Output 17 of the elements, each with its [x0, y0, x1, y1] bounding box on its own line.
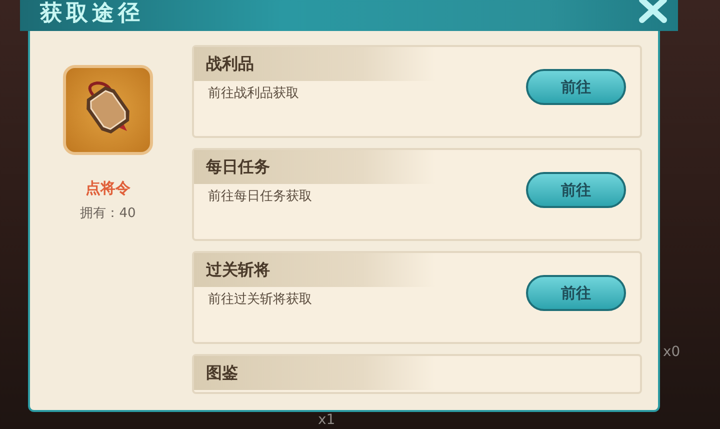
- source-title: 图鉴: [206, 362, 238, 384]
- close-icon: [638, 0, 668, 23]
- owned-count: 拥有：40: [80, 205, 136, 222]
- source-description: 前往过关斩将获取: [208, 291, 312, 308]
- dialog-title: 获取途径: [40, 0, 144, 28]
- item-count: x1: [318, 412, 336, 428]
- source-title: 每日任务: [206, 156, 270, 178]
- source-title: 过关斩将: [206, 260, 270, 280]
- go-button[interactable]: 前往: [526, 275, 626, 311]
- source-title: 战利品: [206, 54, 254, 74]
- go-button[interactable]: 前往: [526, 69, 626, 105]
- item-count: x0: [663, 344, 680, 360]
- token-icon: [63, 65, 153, 155]
- source-description: 前往每日任务获取: [208, 188, 312, 205]
- go-button[interactable]: 前往: [526, 172, 626, 208]
- item-name: 点将令: [86, 179, 130, 198]
- source-description: 前往战利品获取: [208, 85, 299, 102]
